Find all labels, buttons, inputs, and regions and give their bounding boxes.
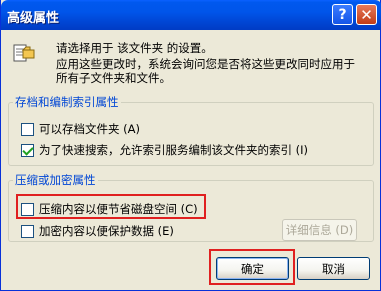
index-checkbox[interactable] — [21, 143, 34, 157]
encrypt-checkbox-row[interactable]: 加密内容以便保护数据 (E) — [21, 223, 174, 239]
close-icon: ✕ — [360, 5, 373, 24]
compress-checkbox-label: 压缩内容以便节省磁盘空间 (C) — [39, 202, 198, 216]
intro-text-line1: 请选择用于 该文件夹 的设置。 — [56, 41, 213, 55]
title-bar[interactable]: 高级属性 ? ✕ — [1, 0, 381, 30]
help-button[interactable]: ? — [332, 4, 353, 25]
folder-properties-icon — [13, 44, 35, 62]
encrypt-checkbox-label: 加密内容以便保护数据 (E) — [39, 224, 174, 238]
cancel-button[interactable]: 取消 — [297, 257, 370, 280]
details-button[interactable]: 详细信息 (D) — [282, 219, 357, 241]
archive-index-legend: 存档和编制索引属性 — [15, 95, 119, 109]
close-button[interactable]: ✕ — [356, 4, 377, 25]
archive-checkbox-label: 可以存档文件夹 (A) — [39, 122, 140, 136]
compress-encrypt-legend: 压缩或加密属性 — [15, 173, 96, 187]
archive-checkbox-row[interactable]: 可以存档文件夹 (A) — [21, 121, 140, 137]
archive-checkbox[interactable] — [21, 122, 34, 136]
intro-text-line3: 所有子文件夹和文件。 — [56, 71, 171, 85]
compress-checkbox-row[interactable]: 压缩内容以便节省磁盘空间 (C) — [21, 201, 198, 217]
index-checkbox-row[interactable]: 为了快速搜索，允许索引服务编制该文件夹的索引 (I) — [21, 142, 308, 158]
help-icon: ? — [338, 6, 347, 23]
encrypt-checkbox[interactable] — [21, 224, 34, 238]
compress-checkbox[interactable] — [21, 202, 34, 216]
window-title: 高级属性 — [7, 11, 60, 26]
index-checkbox-label: 为了快速搜索，允许索引服务编制该文件夹的索引 (I) — [39, 143, 309, 157]
ok-button[interactable]: 确定 — [216, 257, 289, 280]
advanced-attributes-dialog: 高级属性 ? ✕ 请选择用于 该文件夹 的设置。 应用这些更改时，系统会询问您是… — [0, 0, 381, 291]
